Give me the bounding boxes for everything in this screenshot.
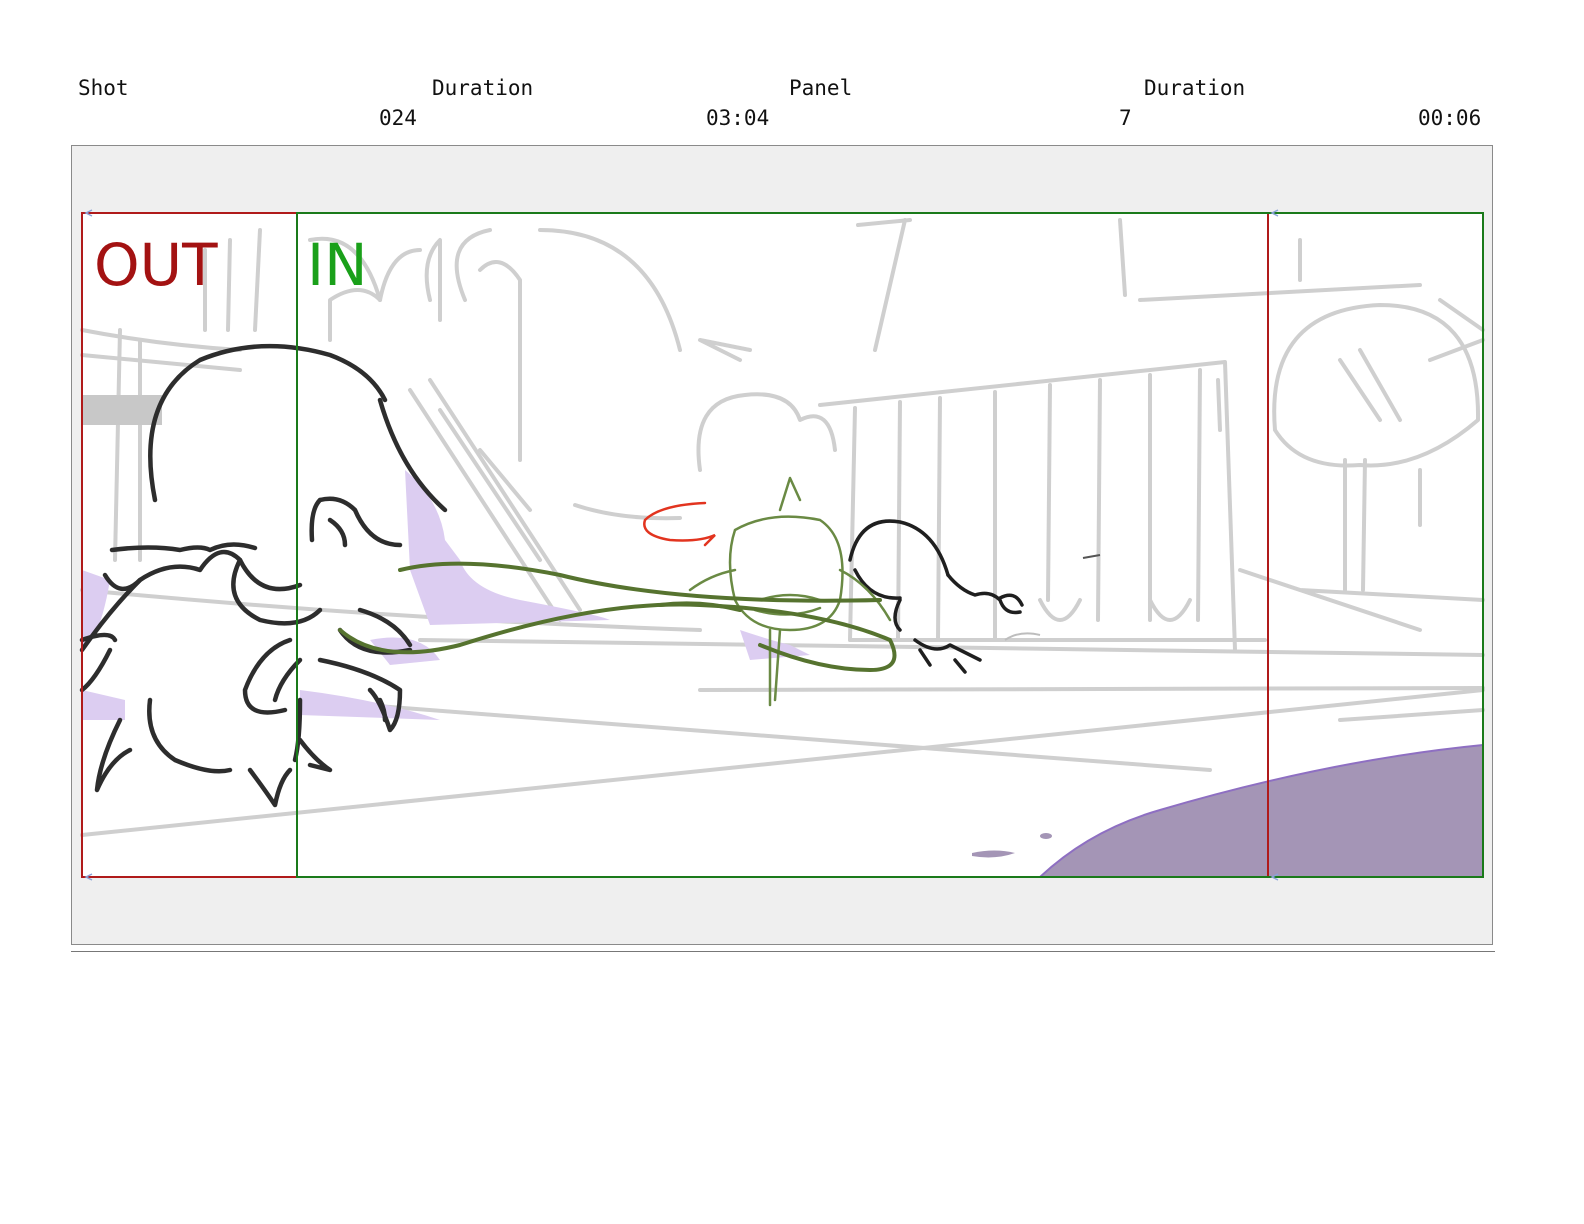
page-rule [71, 951, 1495, 952]
storyboard-artwork: OUT IN [79, 209, 1485, 881]
left-wall-shade [82, 395, 162, 425]
out-label: OUT [94, 231, 218, 299]
ground-shadow-dot [1040, 833, 1052, 839]
in-label: IN [307, 231, 368, 299]
panel-image-area [82, 213, 1483, 877]
